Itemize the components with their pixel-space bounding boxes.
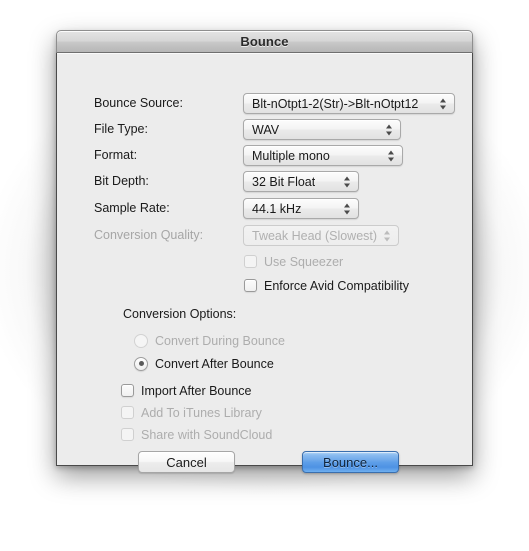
- sample-rate-label: Sample Rate:: [94, 201, 170, 215]
- dialog-body: Bounce Source: Blt-nOtpt1-2(Str)->Blt-nO…: [57, 53, 472, 473]
- cancel-button-label: Cancel: [166, 454, 207, 470]
- format-value: Multiple mono: [252, 148, 330, 163]
- checkbox-enforce-avid-compatibility[interactable]: Enforce Avid Compatibility: [244, 277, 409, 294]
- radio-convert-after-bounce-label: Convert After Bounce: [155, 356, 274, 371]
- checkbox-box-icon: [121, 406, 134, 419]
- bounce-button-label: Bounce...: [323, 454, 378, 470]
- field-row-sample-rate: Sample Rate: 44.1 kHz: [57, 198, 472, 220]
- radio-convert-after-bounce[interactable]: Convert After Bounce: [134, 355, 274, 372]
- updown-chevron-icon: [384, 229, 391, 242]
- field-row-bit-depth: Bit Depth: 32 Bit Float: [57, 171, 472, 193]
- bit-depth-popup[interactable]: 32 Bit Float: [243, 171, 359, 192]
- format-label: Format:: [94, 148, 138, 162]
- radio-circle-filled-icon: [134, 356, 148, 371]
- checkbox-share-with-soundcloud-label: Share with SoundCloud: [141, 427, 273, 442]
- checkbox-add-to-itunes-library: Add To iTunes Library: [121, 404, 262, 421]
- checkbox-use-squeezer-label: Use Squeezer: [264, 254, 344, 269]
- checkbox-add-to-itunes-library-label: Add To iTunes Library: [141, 405, 262, 420]
- field-row-format: Format: Multiple mono: [57, 145, 472, 167]
- field-row-bounce-source: Bounce Source: Blt-nOtpt1-2(Str)->Blt-nO…: [57, 93, 472, 115]
- conversion-quality-popup: Tweak Head (Slowest): [243, 225, 399, 246]
- conversion-quality-label: Conversion Quality:: [94, 228, 204, 242]
- checkbox-import-after-bounce[interactable]: Import After Bounce: [121, 382, 251, 399]
- bounce-source-label: Bounce Source:: [94, 96, 183, 110]
- file-type-label: File Type:: [94, 122, 148, 136]
- dialog-title: Bounce: [240, 34, 289, 49]
- updown-chevron-icon: [386, 123, 393, 136]
- file-type-value: WAV: [252, 122, 280, 137]
- bounce-source-popup[interactable]: Blt-nOtpt1-2(Str)->Blt-nOtpt12: [243, 93, 455, 114]
- dialog-titlebar: Bounce: [56, 30, 473, 53]
- field-row-file-type: File Type: WAV: [57, 119, 472, 141]
- radio-circle-icon: [134, 333, 148, 348]
- checkbox-share-with-soundcloud: Share with SoundCloud: [121, 426, 272, 443]
- updown-chevron-icon: [388, 149, 395, 162]
- bounce-dialog: Bounce Bounce Source: Blt-nOtpt1-2(Str)-…: [56, 30, 473, 473]
- checkbox-box-icon: [244, 255, 257, 268]
- checkbox-box-icon: [121, 384, 134, 397]
- radio-convert-during-bounce: Convert During Bounce: [134, 332, 285, 349]
- checkbox-enforce-avid-compatibility-label: Enforce Avid Compatibility: [264, 278, 409, 293]
- checkbox-box-icon: [121, 428, 134, 441]
- updown-chevron-icon: [344, 175, 351, 188]
- updown-chevron-icon: [440, 97, 447, 110]
- checkbox-import-after-bounce-label: Import After Bounce: [141, 383, 252, 398]
- conversion-options-heading: Conversion Options:: [123, 307, 237, 321]
- conversion-quality-value: Tweak Head (Slowest): [252, 228, 378, 243]
- bit-depth-value: 32 Bit Float: [252, 174, 316, 189]
- cancel-button[interactable]: Cancel: [138, 451, 235, 473]
- bounce-button[interactable]: Bounce...: [302, 451, 399, 473]
- bounce-source-value: Blt-nOtpt1-2(Str)->Blt-nOtpt12: [252, 96, 419, 111]
- updown-chevron-icon: [344, 202, 351, 215]
- checkbox-box-icon: [244, 279, 257, 292]
- format-popup[interactable]: Multiple mono: [243, 145, 403, 166]
- radio-convert-during-bounce-label: Convert During Bounce: [155, 333, 285, 348]
- bit-depth-label: Bit Depth:: [94, 174, 149, 188]
- file-type-popup[interactable]: WAV: [243, 119, 401, 140]
- field-row-conversion-quality: Conversion Quality: Tweak Head (Slowest): [57, 225, 472, 247]
- checkbox-use-squeezer: Use Squeezer: [244, 253, 343, 270]
- sample-rate-value: 44.1 kHz: [252, 201, 302, 216]
- sample-rate-popup[interactable]: 44.1 kHz: [243, 198, 359, 219]
